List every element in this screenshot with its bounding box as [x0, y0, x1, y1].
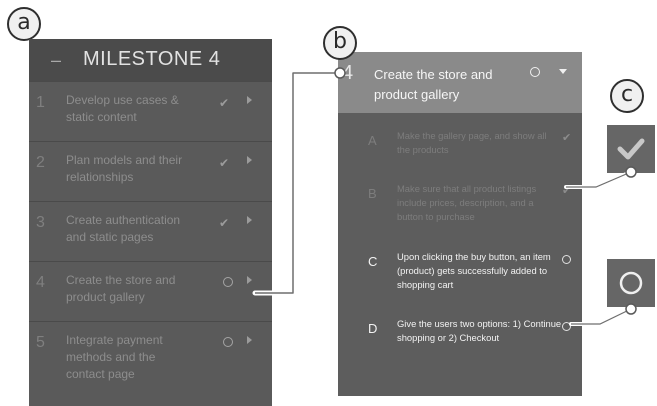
connector-overlay [252, 67, 637, 326]
connector-dot [625, 303, 637, 315]
connector-line-b [255, 72, 340, 294]
connector-dot [334, 67, 346, 79]
connector-dot [625, 166, 637, 178]
connector-line-b [252, 70, 343, 296]
connector-line-c-done [564, 170, 633, 189]
connector-line-c-open [569, 307, 633, 326]
